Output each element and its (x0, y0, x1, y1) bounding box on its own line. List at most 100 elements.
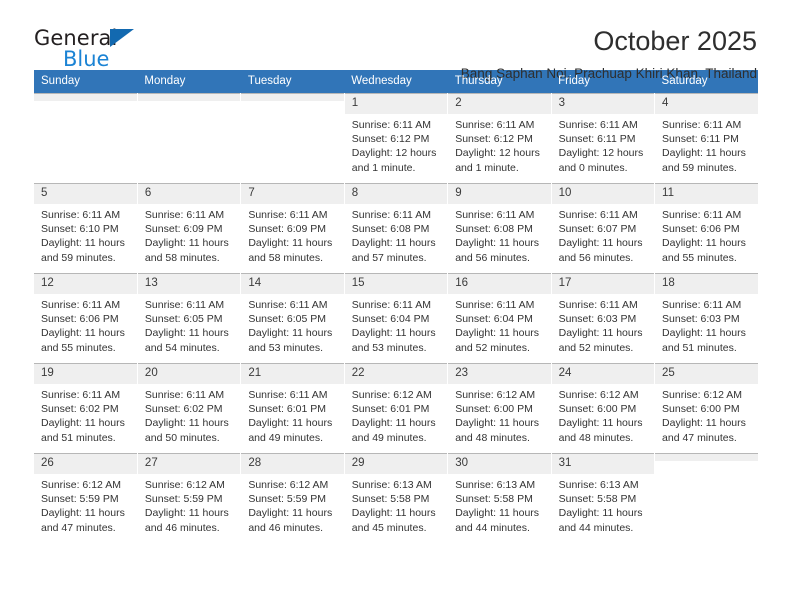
location-subtitle: Bang Saphan Noi, Prachuap Khiri Khan, Th… (460, 66, 757, 81)
calendar-day-cell[interactable]: 18 Sunrise: 6:11 AM Sunset: 6:03 PM Dayligh… (654, 273, 758, 364)
calendar-day-cell[interactable]: 25 Sunrise: 6:12 AM Sunset: 6:00 PM Dayligh… (654, 363, 758, 454)
calendar-day-cell[interactable]: 22 Sunrise: 6:12 AM Sunset: 6:01 PM Dayligh… (344, 363, 449, 454)
calendar-day-cell[interactable]: 8 Sunrise: 6:11 AM Sunset: 6:08 PM Daylight… (344, 183, 449, 274)
day-number: 2 (448, 94, 551, 114)
day-details: Sunrise: 6:13 AM Sunset: 5:58 PM Daylight:… (448, 474, 550, 535)
day-cell-inner: 30 Sunrise: 6:13 AM Sunset: 5:58 PM Dayligh… (448, 454, 551, 543)
calendar-day-cell[interactable]: 23 Sunrise: 6:12 AM Sunset: 6:00 PM Dayligh… (447, 363, 552, 454)
calendar-day-cell[interactable]: 20 Sunrise: 6:11 AM Sunset: 6:02 PM Dayligh… (137, 363, 242, 454)
daylight-text: Daylight: 11 hours and 47 minutes. (662, 417, 746, 444)
calendar-day-cell[interactable]: 1 Sunrise: 6:11 AM Sunset: 6:12 PM Daylight… (344, 93, 449, 184)
calendar-day-cell[interactable]: 5 Sunrise: 6:11 AM Sunset: 6:10 PM Daylight… (34, 183, 138, 274)
sunrise-text: Sunrise: 6:11 AM (558, 119, 638, 131)
day-cell-inner: 22 Sunrise: 6:12 AM Sunset: 6:01 PM Dayligh… (344, 364, 448, 453)
calendar-day-cell[interactable]: 16 Sunrise: 6:11 AM Sunset: 6:04 PM Dayligh… (447, 273, 552, 364)
calendar-day-cell[interactable]: 29 Sunrise: 6:13 AM Sunset: 5:58 PM Dayligh… (344, 453, 449, 543)
sunset-text: Sunset: 5:59 PM (248, 493, 326, 506)
sunrise-text: Sunrise: 6:11 AM (351, 299, 431, 311)
sunrise-text: Sunrise: 6:11 AM (41, 299, 121, 311)
day-cell-inner: 2 Sunrise: 6:11 AM Sunset: 6:12 PM Daylight… (448, 94, 551, 183)
daylight-text: Daylight: 11 hours and 48 minutes. (455, 417, 540, 444)
day-details: Sunrise: 6:11 AM Sunset: 6:03 PM Daylight:… (552, 294, 654, 355)
weekday-header-wednesday: Wednesday (344, 70, 448, 94)
calendar-day-cell[interactable]: 17 Sunrise: 6:11 AM Sunset: 6:03 PM Dayligh… (551, 273, 656, 364)
calendar-day-cell[interactable]: 2 Sunrise: 6:11 AM Sunset: 6:12 PM Daylight… (447, 93, 552, 184)
day-cell-inner: 25 Sunrise: 6:12 AM Sunset: 6:00 PM Dayligh… (655, 364, 758, 453)
sunset-text: Sunset: 6:00 PM (662, 403, 740, 416)
calendar-day-cell[interactable]: 3 Sunrise: 6:11 AM Sunset: 6:11 PM Daylight… (551, 93, 656, 184)
day-cell-inner (241, 94, 344, 183)
calendar-day-cell[interactable]: 10 Sunrise: 6:11 AM Sunset: 6:07 PM Dayligh… (551, 183, 656, 274)
calendar-day-cell[interactable]: 24 Sunrise: 6:12 AM Sunset: 6:00 PM Dayligh… (551, 363, 656, 454)
sunrise-text: Sunrise: 6:11 AM (455, 209, 535, 221)
calendar-day-cell[interactable]: 11 Sunrise: 6:11 AM Sunset: 6:06 PM Dayligh… (654, 183, 758, 274)
sunrise-text: Sunrise: 6:11 AM (351, 119, 431, 131)
calendar-day-cell[interactable]: 9 Sunrise: 6:11 AM Sunset: 6:08 PM Daylight… (447, 183, 552, 274)
sunrise-text: Sunrise: 6:11 AM (248, 389, 328, 401)
day-number: 8 (344, 184, 448, 204)
daylight-text: Daylight: 11 hours and 55 minutes. (41, 327, 125, 354)
sunset-text: Sunset: 6:00 PM (455, 403, 533, 416)
sunrise-text: Sunrise: 6:11 AM (662, 209, 742, 221)
day-details: Sunrise: 6:11 AM Sunset: 6:11 PM Daylight:… (552, 114, 654, 175)
calendar-day-cell[interactable]: 14 Sunrise: 6:11 AM Sunset: 6:05 PM Dayligh… (240, 273, 345, 364)
day-number: 30 (448, 454, 551, 474)
sunset-text: Sunset: 6:08 PM (351, 223, 430, 236)
daylight-text: Daylight: 11 hours and 49 minutes. (351, 417, 436, 444)
sunset-text: Sunset: 6:04 PM (351, 313, 430, 326)
calendar-day-cell[interactable]: 31 Sunrise: 6:13 AM Sunset: 5:58 PM Dayligh… (551, 453, 656, 543)
day-number: 29 (344, 454, 448, 474)
day-cell-inner: 12 Sunrise: 6:11 AM Sunset: 6:06 PM Dayligh… (34, 274, 137, 363)
calendar-day-cell[interactable]: 28 Sunrise: 6:12 AM Sunset: 5:59 PM Dayligh… (240, 453, 345, 543)
day-cell-inner: 24 Sunrise: 6:12 AM Sunset: 6:00 PM Dayligh… (551, 364, 655, 453)
day-details: Sunrise: 6:12 AM Sunset: 6:00 PM Daylight:… (552, 384, 654, 445)
daylight-text: Daylight: 11 hours and 58 minutes. (248, 237, 333, 264)
day-number: 21 (241, 364, 344, 384)
day-number (34, 94, 137, 101)
day-number: 10 (551, 184, 655, 204)
calendar-day-cell-empty (654, 453, 758, 543)
calendar-day-cell[interactable]: 19 Sunrise: 6:11 AM Sunset: 6:02 PM Dayligh… (34, 363, 138, 454)
daylight-text: Daylight: 11 hours and 59 minutes. (41, 237, 125, 264)
sunrise-text: Sunrise: 6:12 AM (662, 389, 742, 401)
day-number: 26 (34, 454, 137, 474)
calendar-day-cell[interactable]: 4 Sunrise: 6:11 AM Sunset: 6:11 PM Daylight… (654, 93, 758, 184)
sunset-text: Sunset: 6:04 PM (455, 313, 533, 326)
sunset-text: Sunset: 6:01 PM (351, 403, 430, 416)
day-cell-inner: 9 Sunrise: 6:11 AM Sunset: 6:08 PM Daylight… (448, 184, 551, 273)
general-blue-logo[interactable]: General Blue (34, 26, 204, 82)
daylight-text: Daylight: 11 hours and 44 minutes. (558, 507, 643, 534)
calendar-week-row: 19 Sunrise: 6:11 AM Sunset: 6:02 PM Dayligh… (34, 363, 758, 454)
day-number: 9 (448, 184, 551, 204)
day-details: Sunrise: 6:11 AM Sunset: 6:02 PM Daylight:… (34, 384, 137, 445)
sunset-text: Sunset: 6:03 PM (662, 313, 740, 326)
day-cell-inner: 10 Sunrise: 6:11 AM Sunset: 6:07 PM Dayligh… (551, 184, 655, 273)
day-details: Sunrise: 6:11 AM Sunset: 6:12 PM Daylight:… (345, 114, 447, 175)
calendar-day-cell[interactable]: 15 Sunrise: 6:11 AM Sunset: 6:04 PM Dayligh… (344, 273, 449, 364)
calendar-day-cell[interactable]: 12 Sunrise: 6:11 AM Sunset: 6:06 PM Dayligh… (34, 273, 138, 364)
calendar-day-cell[interactable]: 21 Sunrise: 6:11 AM Sunset: 6:01 PM Dayligh… (240, 363, 345, 454)
calendar-week-row: 12 Sunrise: 6:11 AM Sunset: 6:06 PM Dayligh… (34, 273, 758, 364)
calendar-day-cell[interactable]: 7 Sunrise: 6:11 AM Sunset: 6:09 PM Daylight… (240, 183, 345, 274)
day-details: Sunrise: 6:12 AM Sunset: 5:59 PM Daylight:… (241, 474, 343, 535)
sunset-text: Sunset: 5:58 PM (558, 493, 637, 506)
day-cell-inner: 16 Sunrise: 6:11 AM Sunset: 6:04 PM Dayligh… (448, 274, 551, 363)
calendar-day-cell[interactable]: 27 Sunrise: 6:12 AM Sunset: 5:59 PM Dayligh… (137, 453, 242, 543)
calendar-day-cell[interactable]: 6 Sunrise: 6:11 AM Sunset: 6:09 PM Daylight… (137, 183, 242, 274)
sunset-text: Sunset: 5:59 PM (144, 493, 223, 506)
sunrise-text: Sunrise: 6:12 AM (248, 479, 329, 491)
sunrise-text: Sunrise: 6:12 AM (558, 389, 639, 401)
calendar-day-cell[interactable]: 30 Sunrise: 6:13 AM Sunset: 5:58 PM Dayligh… (447, 453, 552, 543)
sunrise-sunset-calendar: Sunday Monday Tuesday Wednesday Thursday… (34, 70, 758, 543)
sunset-text: Sunset: 6:10 PM (41, 223, 119, 236)
sunrise-text: Sunrise: 6:11 AM (558, 209, 638, 221)
day-cell-inner: 27 Sunrise: 6:12 AM Sunset: 5:59 PM Dayligh… (137, 454, 241, 543)
daylight-text: Daylight: 12 hours and 0 minutes. (558, 147, 644, 174)
sunrise-text: Sunrise: 6:11 AM (248, 209, 328, 221)
sunset-text: Sunset: 6:12 PM (351, 133, 430, 146)
day-cell-inner: 13 Sunrise: 6:11 AM Sunset: 6:05 PM Dayligh… (137, 274, 241, 363)
calendar-day-cell[interactable]: 26 Sunrise: 6:12 AM Sunset: 5:59 PM Dayligh… (34, 453, 138, 543)
day-details: Sunrise: 6:12 AM Sunset: 5:59 PM Daylight:… (34, 474, 137, 535)
sunset-text: Sunset: 6:06 PM (41, 313, 119, 326)
calendar-day-cell[interactable]: 13 Sunrise: 6:11 AM Sunset: 6:05 PM Dayligh… (137, 273, 242, 364)
